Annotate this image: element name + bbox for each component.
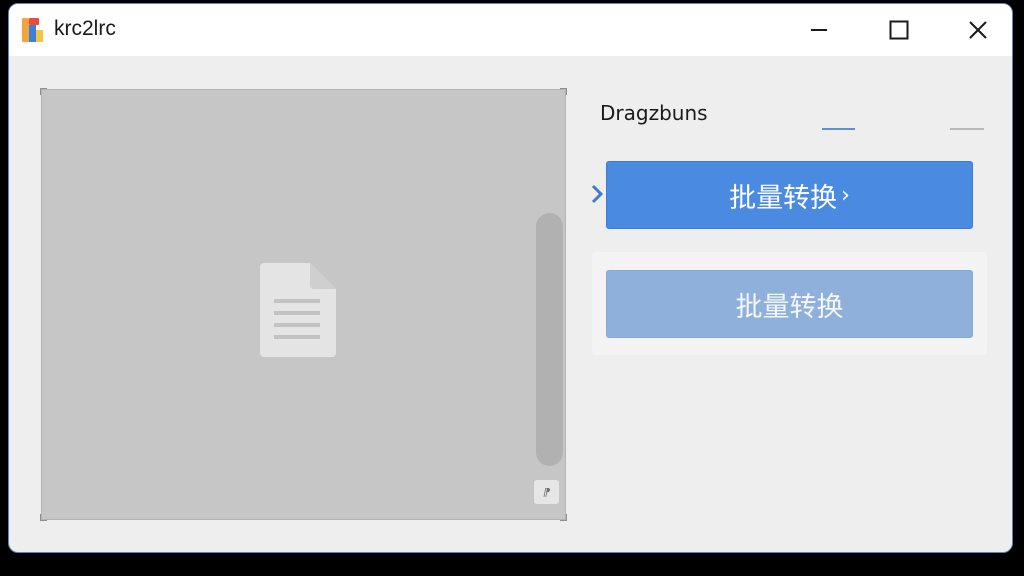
file-drop-zone[interactable]: ⁋ xyxy=(40,88,567,521)
app-logo-icon xyxy=(22,18,43,42)
tab-indicator-active[interactable] xyxy=(822,128,855,130)
window-title: krc2lrc xyxy=(54,17,116,40)
corner-marker xyxy=(560,88,567,95)
maximize-icon xyxy=(889,20,909,40)
corner-marker xyxy=(40,88,47,95)
document-icon xyxy=(260,263,336,357)
app-window: krc2lrc ⁋ Dragzbuns 批量转换 › 批量转换 xyxy=(8,3,1013,553)
corner-marker xyxy=(40,514,47,521)
batch-convert-button[interactable]: 批量转换 › xyxy=(606,161,973,229)
corner-marker xyxy=(560,514,567,521)
maximize-button[interactable] xyxy=(864,4,934,56)
tab-indicator-inactive[interactable] xyxy=(950,128,984,130)
batch-convert-label: 批量转换 xyxy=(729,182,838,214)
minimize-button[interactable] xyxy=(784,4,854,56)
batch-convert-label: 批量转换 xyxy=(735,291,844,323)
section-label: Dragzbuns xyxy=(600,101,708,125)
resize-grip[interactable]: ⁋ xyxy=(534,480,559,504)
chevron-right-icon: › xyxy=(841,182,850,208)
minimize-icon xyxy=(811,29,827,31)
close-icon xyxy=(969,21,987,39)
close-button[interactable] xyxy=(943,4,1012,56)
batch-convert-button-disabled[interactable]: 批量转换 xyxy=(606,270,973,338)
chevron-right-icon xyxy=(591,184,604,204)
scrollbar-thumb[interactable] xyxy=(536,213,563,466)
title-bar[interactable]: krc2lrc xyxy=(9,4,1012,56)
